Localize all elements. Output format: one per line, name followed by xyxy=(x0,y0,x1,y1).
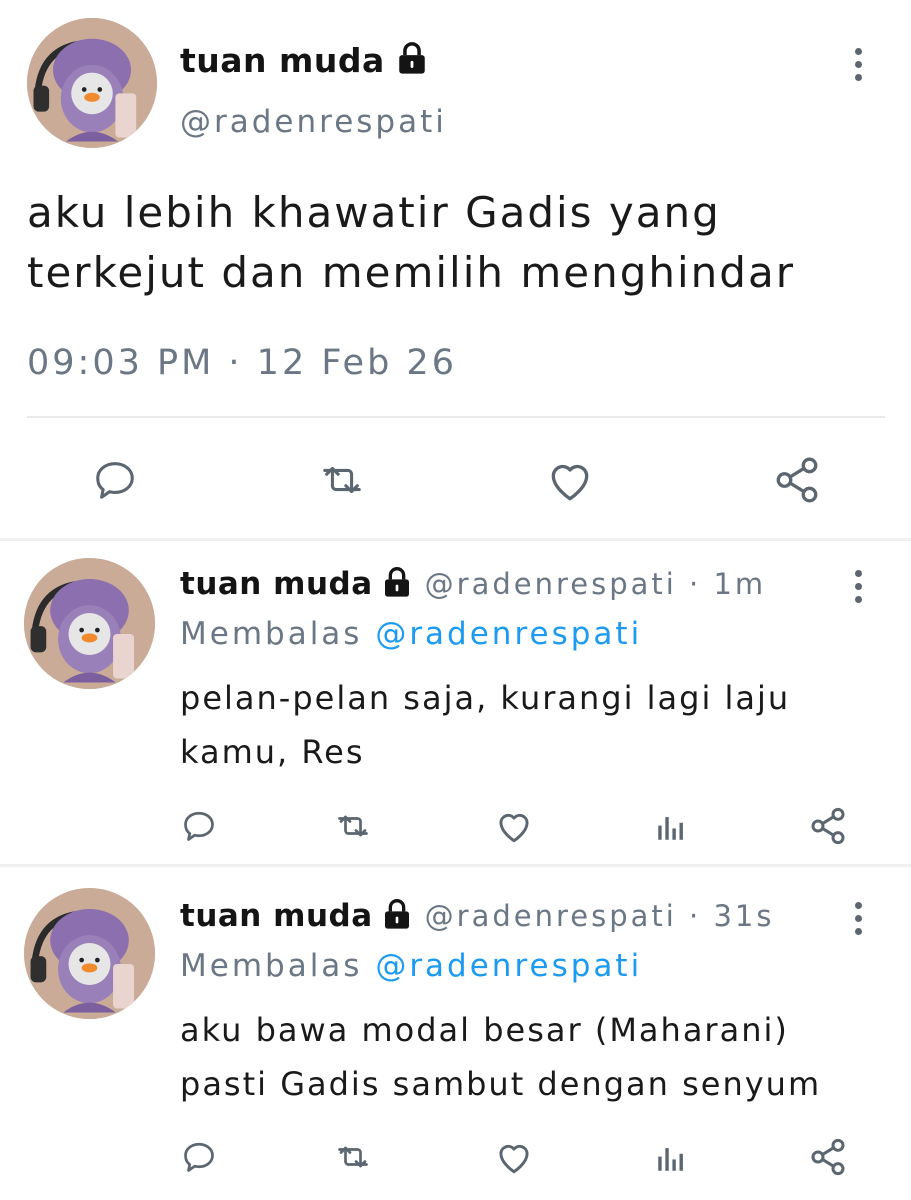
display-name[interactable]: tuan muda xyxy=(180,41,385,80)
views-icon[interactable] xyxy=(654,1141,688,1175)
handle-and-time[interactable]: @radenrespati · 1m xyxy=(425,567,767,601)
tweet-text-line-2: terkejut dan memilih menghindar xyxy=(27,248,795,297)
lock-icon xyxy=(381,566,413,602)
reply-icon[interactable] xyxy=(180,1139,218,1175)
divider xyxy=(0,538,911,541)
share-icon[interactable] xyxy=(808,1137,848,1177)
replying-to-label: Membalas xyxy=(180,948,363,984)
heart-icon[interactable] xyxy=(494,1139,534,1175)
avatar-image xyxy=(24,888,155,1019)
display-name[interactable]: tuan muda xyxy=(180,898,373,934)
timestamp[interactable]: 09:03 PM · 12 Feb 26 xyxy=(27,343,457,383)
replying-to-link[interactable]: @radenrespati xyxy=(375,616,642,652)
lock-icon xyxy=(381,898,413,934)
reply-text-line-2: kamu, Res xyxy=(180,733,365,771)
separator xyxy=(27,416,885,418)
replying-to-label: Membalas xyxy=(180,616,363,652)
avatar-image xyxy=(27,18,157,148)
avatar-image xyxy=(24,558,155,689)
more-icon[interactable] xyxy=(851,570,865,603)
retweet-icon[interactable] xyxy=(332,808,374,844)
replying-to-link[interactable]: @radenrespati xyxy=(375,948,642,984)
share-icon[interactable] xyxy=(808,806,848,846)
share-icon[interactable] xyxy=(772,455,822,505)
avatar[interactable] xyxy=(24,558,155,689)
heart-icon[interactable] xyxy=(545,457,595,503)
heart-icon[interactable] xyxy=(494,808,534,844)
reply-text-line-1: aku bawa modal besar (Maharani) xyxy=(180,1011,789,1049)
reply-text-line-1: pelan-pelan saja, kurangi lagi laju xyxy=(180,679,791,717)
reply-icon[interactable] xyxy=(180,808,218,844)
more-icon[interactable] xyxy=(851,48,865,81)
avatar[interactable] xyxy=(24,888,155,1019)
tweet-text-line-1: aku lebih khawatir Gadis yang xyxy=(27,188,721,237)
lock-icon xyxy=(395,41,429,79)
avatar[interactable] xyxy=(27,18,157,148)
handle-and-time[interactable]: @radenrespati · 31s xyxy=(425,899,775,933)
display-name[interactable]: tuan muda xyxy=(180,566,373,602)
handle[interactable]: @radenrespati xyxy=(180,104,447,140)
reply-text-line-2: pasti Gadis sambut dengan senyum xyxy=(180,1065,822,1103)
reply-icon[interactable] xyxy=(91,457,139,503)
divider xyxy=(0,864,911,867)
more-icon[interactable] xyxy=(851,902,865,935)
views-icon[interactable] xyxy=(654,810,688,844)
retweet-icon[interactable] xyxy=(316,457,368,503)
retweet-icon[interactable] xyxy=(332,1139,374,1175)
